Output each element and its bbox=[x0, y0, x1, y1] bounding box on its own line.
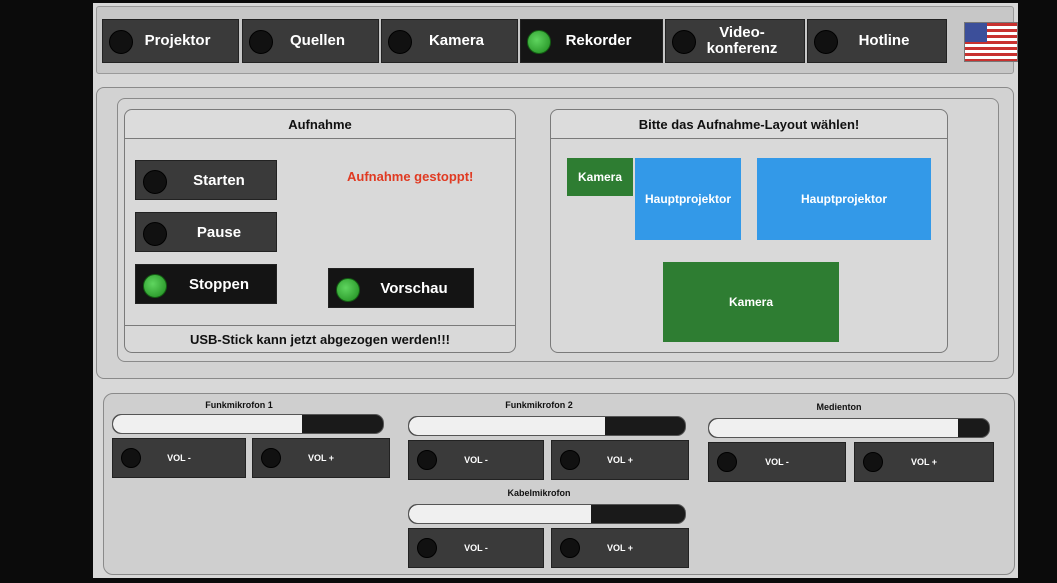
volume-slider[interactable] bbox=[708, 418, 990, 438]
vol-down-label: VOL - bbox=[464, 543, 488, 553]
nav-label: Video- konferenz bbox=[706, 24, 778, 57]
status-led-icon bbox=[672, 30, 696, 54]
nav-projektor[interactable]: Projektor bbox=[102, 19, 239, 63]
volume-level bbox=[113, 415, 302, 433]
vol-up-label: VOL + bbox=[606, 455, 634, 465]
layout-option-projector[interactable]: Hauptprojektor bbox=[757, 158, 931, 240]
stop-button[interactable]: Stoppen bbox=[135, 264, 277, 304]
top-navigation: Projektor Quellen Kamera Rekorder Video-… bbox=[96, 6, 1018, 74]
start-button[interactable]: Starten bbox=[135, 160, 277, 200]
status-led-icon bbox=[143, 222, 167, 246]
vol-down-button[interactable]: VOL - bbox=[708, 442, 846, 482]
active-led-icon bbox=[527, 30, 551, 54]
stop-label: Stoppen bbox=[189, 275, 249, 293]
volume-level bbox=[409, 417, 605, 435]
nav-label: Quellen bbox=[289, 32, 345, 49]
active-led-icon bbox=[143, 274, 167, 298]
touch-panel-screen: Projektor Quellen Kamera Rekorder Video-… bbox=[93, 3, 1018, 578]
vol-down-label: VOL - bbox=[167, 453, 191, 463]
pause-label: Pause bbox=[196, 223, 242, 241]
vol-up-label: VOL + bbox=[307, 453, 335, 463]
recording-panel-title: Aufnahme bbox=[125, 110, 515, 139]
channel-label: Funkmikrofon 1 bbox=[205, 400, 273, 410]
recording-status: Aufnahme gestoppt! bbox=[347, 169, 474, 184]
vol-up-label: VOL + bbox=[910, 457, 938, 467]
vol-up-button[interactable]: VOL + bbox=[854, 442, 994, 482]
recorder-frame: Aufnahme Starten Pause Stoppen Aufnahme … bbox=[117, 98, 999, 362]
status-led-icon bbox=[261, 448, 281, 468]
start-label: Starten bbox=[193, 171, 245, 189]
status-led-icon bbox=[121, 448, 141, 468]
nav-label: Projektor bbox=[144, 32, 211, 49]
volume-slider[interactable] bbox=[112, 414, 384, 434]
vol-down-button[interactable]: VOL - bbox=[408, 528, 544, 568]
status-led-icon bbox=[249, 30, 273, 54]
vol-down-button[interactable]: VOL - bbox=[408, 440, 544, 480]
nav-hotline[interactable]: Hotline bbox=[807, 19, 947, 63]
pause-button[interactable]: Pause bbox=[135, 212, 277, 252]
status-led-icon bbox=[863, 452, 883, 472]
status-led-icon bbox=[143, 170, 167, 194]
nav-quellen[interactable]: Quellen bbox=[242, 19, 379, 63]
nav-label: Kamera bbox=[428, 32, 485, 49]
channel-label: Medienton bbox=[816, 402, 862, 412]
vol-up-button[interactable]: VOL + bbox=[551, 440, 689, 480]
vol-up-button[interactable]: VOL + bbox=[551, 528, 689, 568]
vol-down-label: VOL - bbox=[464, 455, 488, 465]
status-led-icon bbox=[109, 30, 133, 54]
preview-label: Vorschau bbox=[380, 279, 448, 297]
volume-slider[interactable] bbox=[408, 416, 686, 436]
nav-rekorder[interactable]: Rekorder bbox=[520, 19, 663, 63]
layout-panel: Bitte das Aufnahme-Layout wählen! Hauptp… bbox=[550, 109, 948, 353]
recorder-section: Aufnahme Starten Pause Stoppen Aufnahme … bbox=[96, 87, 1014, 379]
preview-button[interactable]: Vorschau bbox=[328, 268, 474, 308]
audio-section: Funkmikrofon 1 VOL - VOL + Funkmikrofon … bbox=[103, 393, 1015, 575]
vol-down-button[interactable]: VOL - bbox=[112, 438, 246, 478]
volume-level bbox=[709, 419, 959, 437]
vol-down-label: VOL - bbox=[765, 457, 789, 467]
status-led-icon bbox=[717, 452, 737, 472]
recording-panel: Aufnahme Starten Pause Stoppen Aufnahme … bbox=[124, 109, 516, 353]
layout-tile-camera: Kamera bbox=[567, 158, 633, 196]
nav-label: Rekorder bbox=[565, 32, 632, 49]
channel-label: Kabelmikrofon bbox=[507, 488, 571, 498]
nav-label: Hotline bbox=[858, 32, 910, 49]
status-led-icon bbox=[417, 450, 437, 470]
active-led-icon bbox=[336, 278, 360, 302]
status-led-icon bbox=[388, 30, 412, 54]
layout-tile-projector: Hauptprojektor bbox=[635, 158, 741, 240]
flag-canton bbox=[965, 23, 987, 42]
layout-panel-title: Bitte das Aufnahme-Layout wählen! bbox=[551, 110, 947, 139]
vol-up-label: VOL + bbox=[606, 543, 634, 553]
us-flag-icon[interactable] bbox=[964, 22, 1018, 62]
status-led-icon bbox=[560, 538, 580, 558]
volume-slider[interactable] bbox=[408, 504, 686, 524]
layout-option-camera[interactable]: Kamera bbox=[663, 262, 839, 342]
status-led-icon bbox=[814, 30, 838, 54]
status-led-icon bbox=[417, 538, 437, 558]
channel-label: Funkmikrofon 2 bbox=[505, 400, 573, 410]
status-led-icon bbox=[560, 450, 580, 470]
vol-up-button[interactable]: VOL + bbox=[252, 438, 390, 478]
usb-message: USB-Stick kann jetzt abgezogen werden!!! bbox=[125, 325, 515, 352]
nav-kamera[interactable]: Kamera bbox=[381, 19, 518, 63]
volume-level bbox=[409, 505, 592, 523]
nav-videokonferenz[interactable]: Video- konferenz bbox=[665, 19, 805, 63]
